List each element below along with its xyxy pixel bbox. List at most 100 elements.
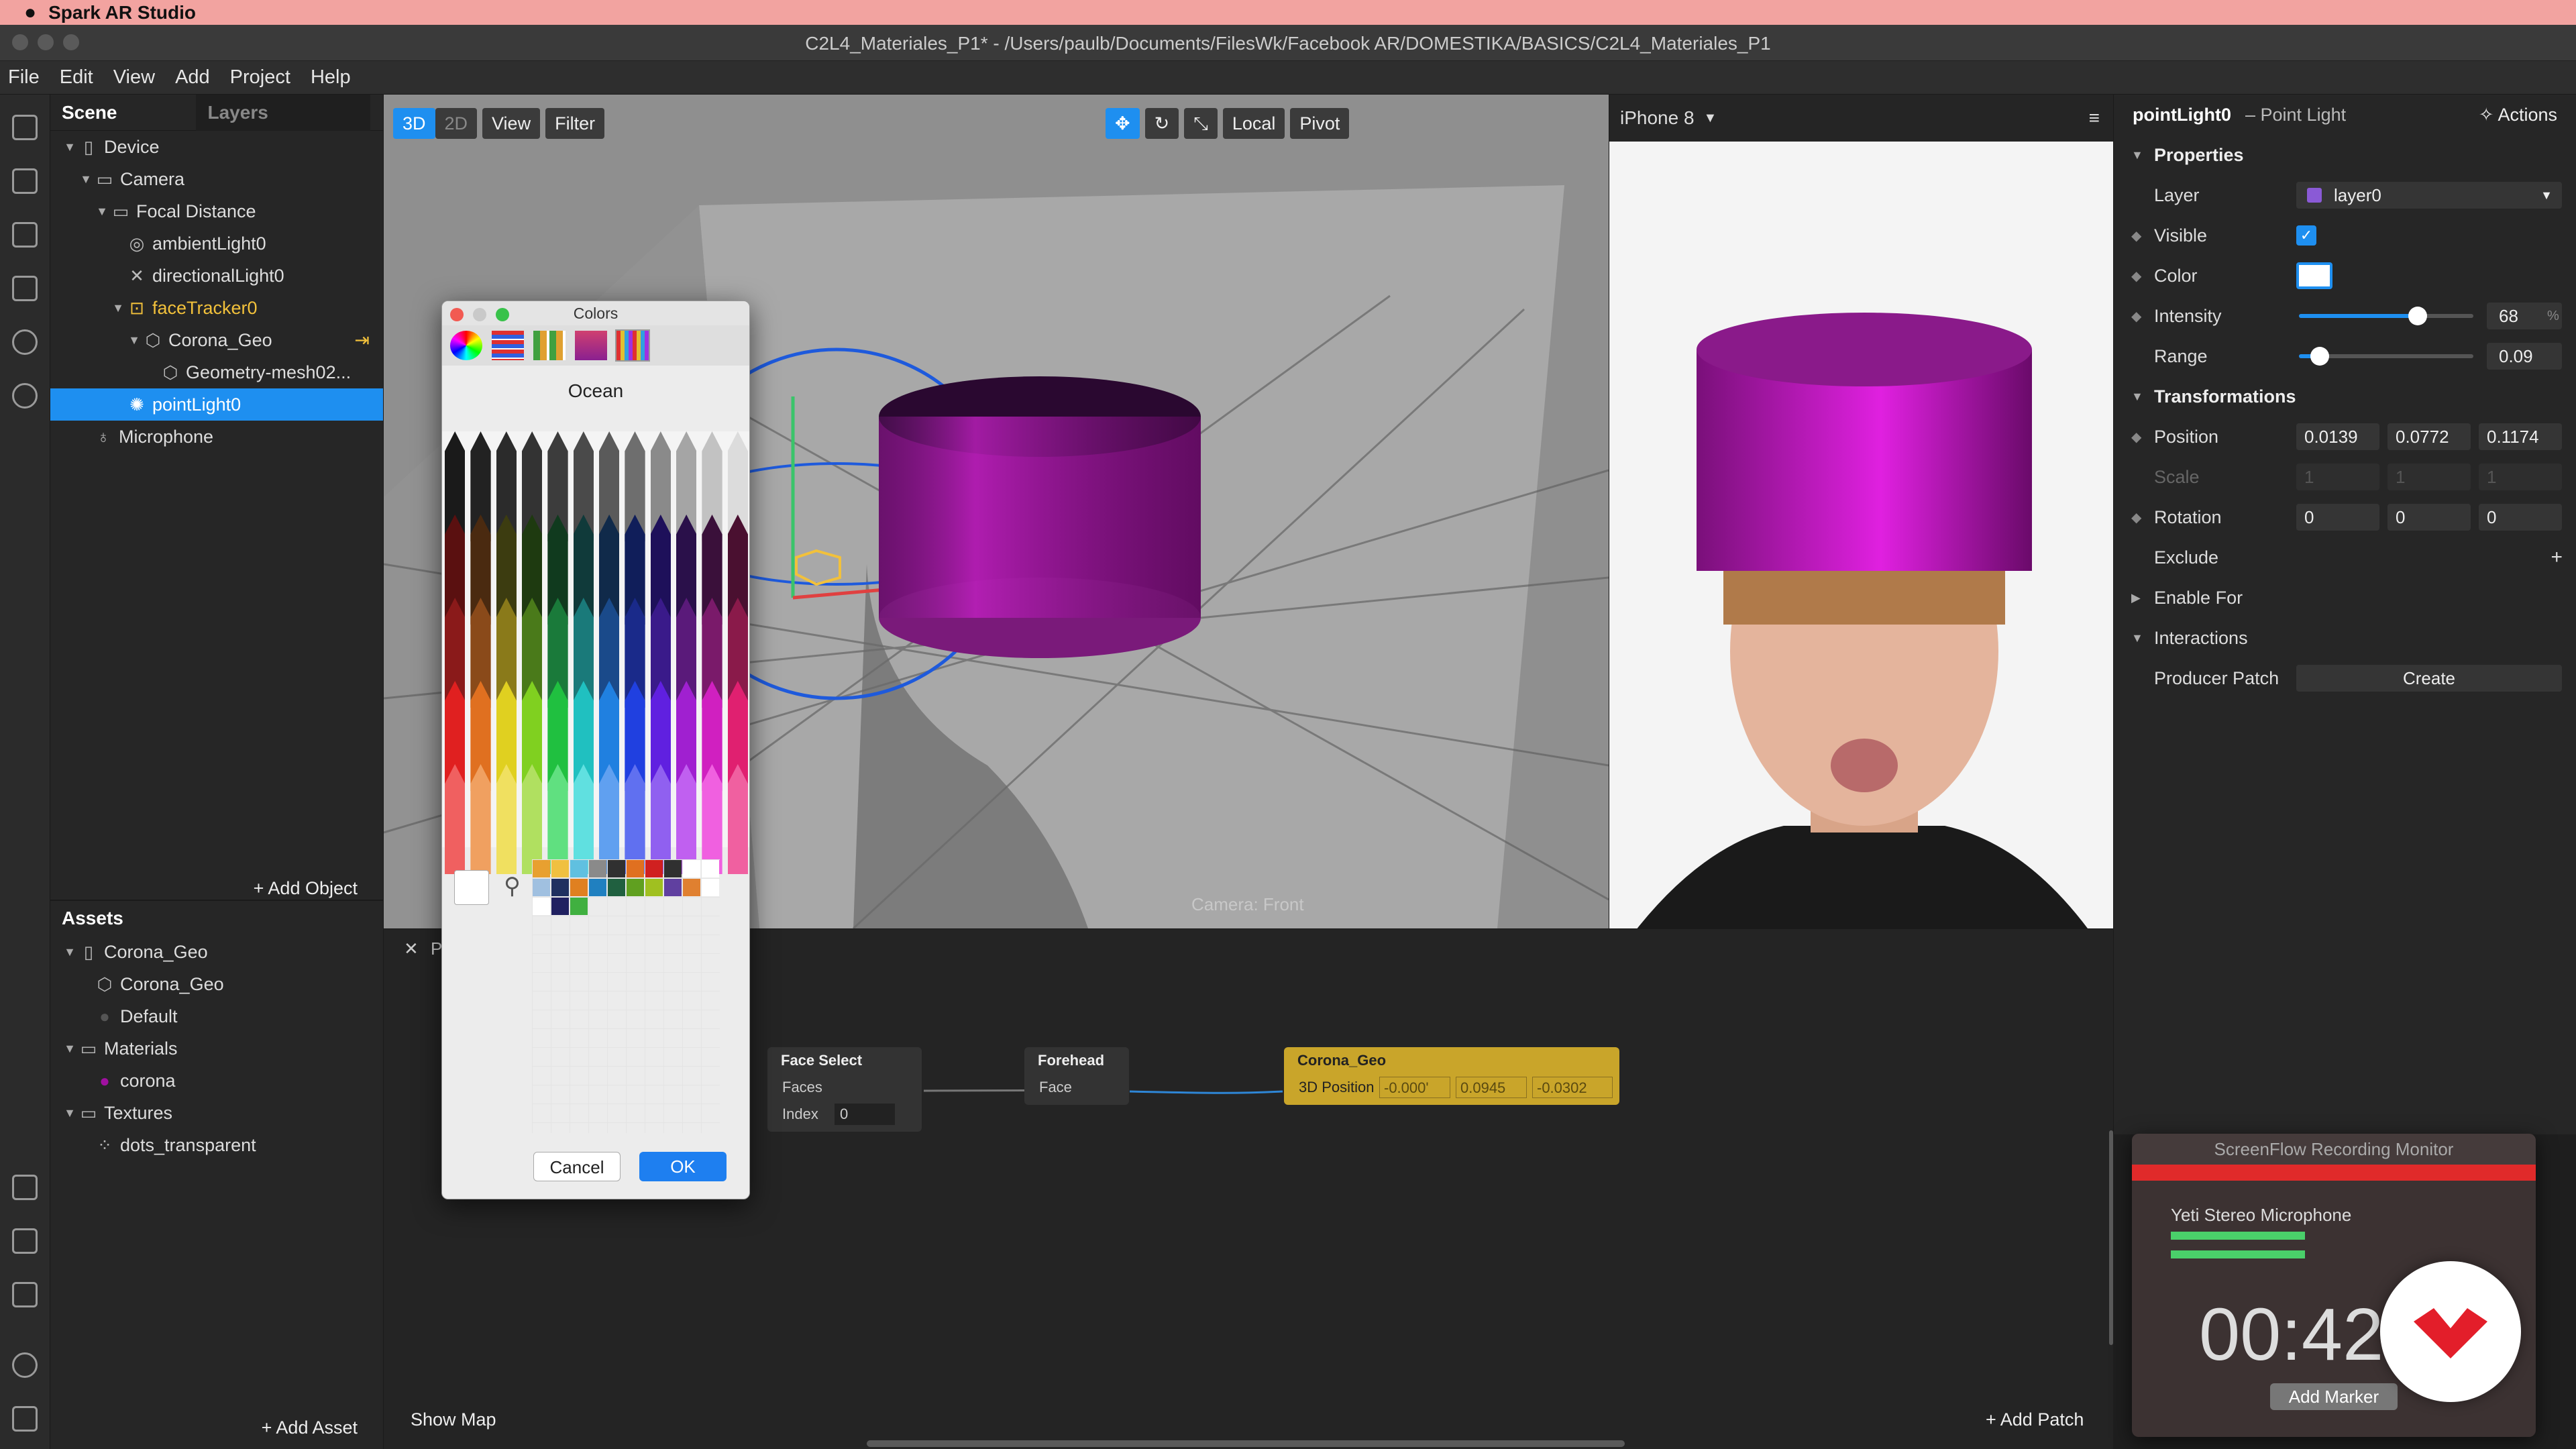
menu-add[interactable]: Add	[175, 66, 210, 89]
index-port[interactable]: Index	[782, 1106, 818, 1122]
custom-swatch[interactable]	[533, 898, 550, 915]
keyframe-icon[interactable]: ◆	[2131, 227, 2141, 244]
menu-view[interactable]: View	[113, 66, 155, 89]
chevron-down-icon[interactable]: ▼	[2131, 390, 2143, 404]
export-icon[interactable]	[12, 1228, 38, 1254]
corona-geo-node[interactable]: Corona_Geo 3D Position -0.000' 0.0945 -0…	[1284, 1047, 1619, 1105]
device-selector[interactable]: iPhone 8	[1620, 107, 1695, 129]
apple-icon[interactable]: ●	[24, 1, 36, 24]
position-z-input[interactable]: 0.1174	[2479, 423, 2562, 450]
asset-default-material[interactable]: ● Default	[50, 1000, 383, 1032]
ok-button[interactable]: OK	[639, 1152, 727, 1181]
chevron-down-icon[interactable]: ▼	[2131, 148, 2143, 162]
keyframe-icon[interactable]: ◆	[2131, 268, 2141, 284]
pencils-grid[interactable]	[442, 431, 749, 874]
custom-swatch[interactable]	[551, 879, 569, 896]
custom-swatch[interactable]	[702, 860, 719, 877]
menu-icon[interactable]: ≡	[2089, 107, 2100, 129]
rotation-y-input[interactable]: 0	[2387, 504, 2471, 531]
position-y-input[interactable]: 0.0772	[2387, 423, 2471, 450]
tree-item-corona-geo[interactable]: ▼ ⬡ Corona_Geo ⇥	[50, 324, 383, 356]
intensity-slider[interactable]	[2299, 307, 2473, 325]
3d-position-port[interactable]: 3D Position	[1299, 1079, 1375, 1095]
tree-item-ambient-light[interactable]: ◎ ambientLight0	[50, 227, 383, 260]
vertical-scrollbar[interactable]	[2109, 1130, 2113, 1345]
asset-corona-material[interactable]: ● corona	[50, 1065, 383, 1097]
chevron-right-icon[interactable]: ▶	[2131, 591, 2141, 605]
menu-help[interactable]: Help	[311, 66, 351, 89]
custom-swatch[interactable]	[683, 860, 700, 877]
pencil-swatch[interactable]	[676, 764, 697, 874]
upload-icon[interactable]	[12, 1282, 38, 1307]
close-dialog-icon[interactable]	[450, 308, 464, 321]
move-tool-icon[interactable]: ✥	[1106, 108, 1140, 139]
zoom-dialog-icon[interactable]	[496, 308, 509, 321]
rotation-z-input[interactable]: 0	[2479, 504, 2562, 531]
face-select-node[interactable]: Face Select Faces Index 0	[767, 1047, 922, 1132]
tree-item-point-light[interactable]: ✺ pointLight0	[50, 388, 383, 421]
actions-button[interactable]: ✧ Actions	[2479, 105, 2557, 125]
view-3d-button[interactable]: 3D	[393, 108, 435, 139]
pencil-swatch[interactable]	[599, 764, 620, 874]
tree-item-microphone[interactable]: ♁ Microphone	[50, 421, 383, 453]
tree-item-focal-distance[interactable]: ▼ ▭ Focal Distance	[50, 195, 383, 227]
current-color-well[interactable]	[454, 870, 489, 905]
custom-swatch[interactable]	[551, 898, 569, 915]
enable-for-section[interactable]: Enable For	[2154, 588, 2243, 608]
chevron-down-icon[interactable]: ▼	[1704, 111, 1717, 126]
add-asset-button[interactable]: + Add Asset	[262, 1417, 358, 1438]
interactions-section[interactable]: Interactions	[2154, 628, 2248, 649]
color-swatch[interactable]	[2296, 262, 2332, 289]
tree-item-device[interactable]: ▼ ▯ Device	[50, 131, 383, 163]
asset-corona-geo-mesh[interactable]: ⬡ Corona_Geo	[50, 968, 383, 1000]
custom-swatch[interactable]	[608, 860, 625, 877]
refresh-icon[interactable]	[12, 329, 38, 355]
custom-swatch[interactable]	[570, 879, 588, 896]
cancel-button[interactable]: Cancel	[533, 1152, 621, 1181]
position-z-field[interactable]: -0.0302	[1532, 1077, 1613, 1098]
custom-swatch[interactable]	[589, 879, 606, 896]
menu-project[interactable]: Project	[230, 66, 290, 89]
custom-swatch[interactable]	[533, 860, 550, 877]
minimize-dialog-icon[interactable]	[473, 308, 486, 321]
custom-swatch[interactable]	[551, 860, 569, 877]
asset-dots-texture[interactable]: ⁘ dots_transparent	[50, 1129, 383, 1161]
pencil-swatch[interactable]	[702, 764, 722, 874]
keyframe-icon[interactable]: ◆	[2131, 429, 2141, 445]
rotation-x-input[interactable]: 0	[2296, 504, 2379, 531]
pencil-swatch[interactable]	[496, 764, 517, 874]
tab-scene[interactable]: Scene	[50, 102, 129, 123]
intensity-slider-handle[interactable]	[2408, 307, 2427, 325]
tab-layers[interactable]: Layers	[195, 94, 370, 131]
forehead-node[interactable]: Forehead Face	[1024, 1047, 1129, 1105]
rotate-tool-icon[interactable]: ↻	[1144, 108, 1179, 139]
scale-tool-icon[interactable]: ⤡	[1184, 108, 1218, 139]
bug-icon[interactable]	[12, 1352, 38, 1378]
add-object-button[interactable]: + Add Object	[254, 878, 358, 899]
pencil-swatch[interactable]	[470, 764, 491, 874]
properties-section[interactable]: Properties	[2154, 145, 2244, 166]
preview-screen[interactable]	[1609, 142, 2114, 1034]
visible-checkbox[interactable]: ✓	[2296, 225, 2316, 246]
position-x-field[interactable]: -0.000'	[1379, 1077, 1450, 1098]
range-slider-handle[interactable]	[2310, 347, 2330, 366]
position-y-field[interactable]: 0.0945	[1456, 1077, 1527, 1098]
range-field[interactable]: 0.09	[2487, 343, 2562, 370]
transformations-section[interactable]: Transformations	[2154, 386, 2296, 407]
custom-swatch[interactable]	[683, 879, 700, 896]
position-x-input[interactable]: 0.0139	[2296, 423, 2379, 450]
pencil-swatch[interactable]	[547, 764, 568, 874]
keyframe-icon[interactable]: ◆	[2131, 509, 2141, 526]
layer-dropdown[interactable]: layer0 ▼	[2296, 182, 2562, 209]
device-icon[interactable]	[12, 276, 38, 301]
pencil-swatch[interactable]	[445, 764, 466, 874]
pencil-swatch[interactable]	[727, 764, 748, 874]
menu-edit[interactable]: Edit	[60, 66, 93, 89]
add-marker-button[interactable]: Add Marker	[2270, 1383, 2398, 1410]
keyframe-icon[interactable]: ◆	[2131, 308, 2141, 325]
pencil-swatch[interactable]	[573, 764, 594, 874]
create-patch-button[interactable]: Create	[2296, 665, 2562, 692]
pencil-swatch[interactable]	[522, 764, 543, 874]
custom-swatch[interactable]	[627, 879, 644, 896]
custom-swatch[interactable]	[533, 879, 550, 896]
